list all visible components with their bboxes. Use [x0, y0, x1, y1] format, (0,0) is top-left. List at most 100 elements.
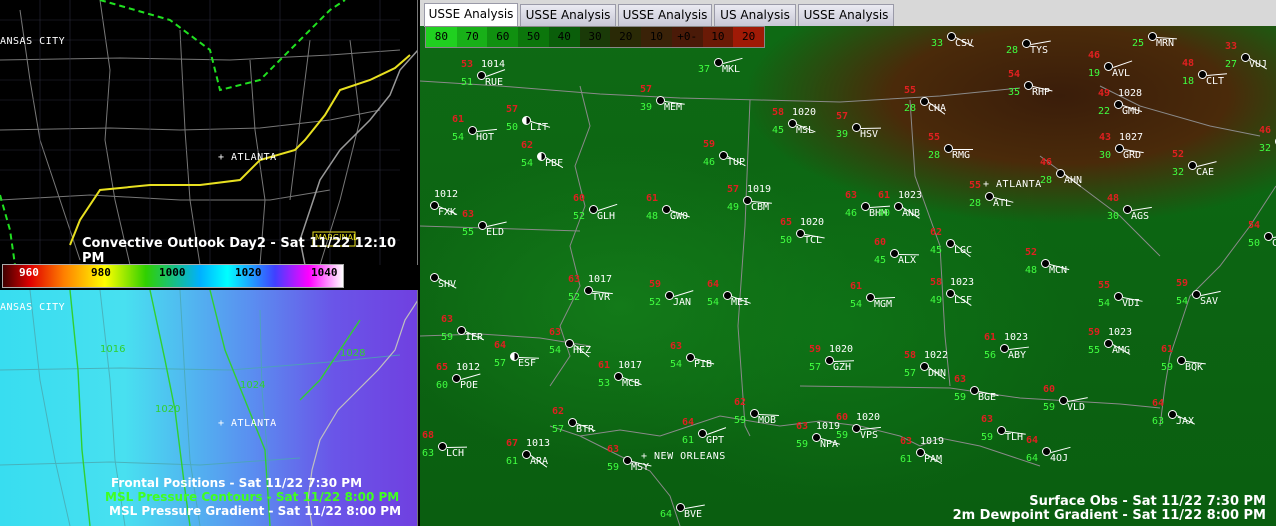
station-dewpoint: 28 [904, 103, 917, 114]
station-dewpoint: 45 [772, 125, 785, 136]
station-temperature: 63 [981, 414, 994, 425]
station-temperature: 54 [1008, 69, 1021, 80]
station-temperature: 64 [1026, 435, 1039, 446]
station-id: VPS [860, 430, 879, 441]
station-temperature: 62 [930, 227, 943, 238]
station-id: BVE [684, 509, 703, 520]
station-id: MEI [731, 297, 750, 308]
station-id: MCN [1049, 265, 1068, 276]
station-temperature: 59 [1088, 327, 1101, 338]
station-id: TCL [804, 235, 823, 246]
station-temperature: 65 [780, 217, 793, 228]
station-dewpoint: 55 [1088, 345, 1101, 356]
station-temperature: 57 [727, 184, 740, 195]
station-temperature: 60 [573, 193, 586, 204]
dewpoint-scale-cell: 70 [456, 27, 488, 47]
station-temperature: 61 [878, 190, 891, 201]
contour-label-1024: 1024 [240, 380, 266, 391]
station-dewpoint: 30 [1107, 211, 1120, 222]
station-dewpoint: 48 [1025, 265, 1038, 276]
station-pressure: 1023 [1108, 327, 1133, 338]
station-temperature: 61 [646, 193, 659, 204]
tab-usse-analysis-4[interactable]: USSE Analysis [798, 4, 894, 26]
station-dewpoint: 45 [930, 245, 943, 256]
tab-usse-analysis-3[interactable]: USSE Analysis [618, 4, 712, 26]
station-temperature: 33 [1225, 41, 1238, 52]
station-dewpoint: 54 [452, 132, 465, 143]
station-id: ELD [486, 227, 505, 238]
station-id: ARA [530, 456, 549, 467]
frontal-positions-caption: Frontal Positions - Sat 11/22 7:30 PM [111, 476, 363, 490]
dewpoint-scale-cell: 20 [733, 27, 764, 47]
dewpoint-scale-cell: +0- [671, 27, 703, 47]
station-dewpoint: 59 [441, 332, 454, 343]
station-id: MEM [664, 102, 683, 113]
station-dewpoint: 59 [836, 430, 849, 441]
bl-city-label-atlanta: + ATLANTA [218, 418, 277, 429]
station-dewpoint: 35 [1008, 87, 1021, 98]
station-dewpoint: 19 [1088, 68, 1101, 79]
station-dewpoint: 54 [670, 359, 683, 370]
station-id: MSY [631, 462, 650, 473]
convective-outlook-panel[interactable]: ANSAS CITY + ATLANTA MARGINAL Convective… [0, 0, 418, 265]
station-dewpoint: 27 [1225, 59, 1238, 70]
station-dewpoint: 33 [931, 38, 944, 49]
station-dewpoint: 52 [649, 297, 662, 308]
station-pressure: 1019 [747, 184, 772, 195]
dewpoint-scale-cell: 20 [610, 27, 642, 47]
station-temperature: 63 [607, 444, 620, 455]
station-dewpoint: 64 [1026, 453, 1039, 464]
station-id: POE [460, 380, 479, 391]
station-dewpoint: 52 [573, 211, 586, 222]
station-dewpoint: 18 [1182, 76, 1195, 87]
station-pressure: 1012 [456, 362, 481, 373]
station-id: ABY [1008, 350, 1027, 361]
station-pressure: 1020 [792, 107, 817, 118]
dewpoint-scale-cell: 40 [548, 27, 580, 47]
surface-obs-panel[interactable]: USSE Analysis USSE Analysis USSE Analysi… [420, 0, 1276, 526]
state-boundaries [420, 80, 1276, 526]
tab-usse-analysis-2[interactable]: USSE Analysis [520, 4, 616, 26]
station-temperature: 60 [874, 237, 887, 248]
station-temperature: 58 [772, 107, 785, 118]
station-temperature: 62 [734, 397, 747, 408]
station-id: PIB [694, 359, 713, 370]
station-id: MRN [1156, 38, 1175, 49]
station-pressure: 1013 [526, 438, 551, 449]
station-dewpoint: 40 [878, 208, 891, 219]
station-id: CBM [751, 202, 770, 213]
station-id: GMU [1122, 106, 1141, 117]
station-id: VDI [1122, 298, 1141, 309]
station-dewpoint: 32 [1172, 167, 1185, 178]
station-dewpoint: 59 [734, 415, 747, 426]
station-id: TYS [1030, 45, 1049, 56]
station-temperature: 55 [969, 180, 982, 191]
station-id: MGM [874, 299, 893, 310]
station-dewpoint: 54 [850, 299, 863, 310]
tab-usse-analysis-1[interactable]: USSE Analysis [424, 3, 518, 27]
station-id: GPT [706, 435, 725, 446]
station-id: JAX [1176, 416, 1195, 427]
city-label-atlanta: + ATLANTA [218, 152, 277, 163]
tab-us-analysis[interactable]: US Analysis [714, 4, 796, 26]
station-temperature: 58 [904, 350, 917, 361]
station-id: AHN [1064, 175, 1083, 186]
station-id: HEZ [573, 345, 592, 356]
colorbar-label-1000: 1000 [159, 266, 186, 279]
station-dewpoint: 49 [727, 202, 740, 213]
colorbar-label-1020: 1020 [235, 266, 262, 279]
station-id: MSL [796, 125, 815, 136]
msl-gradient-caption: MSL Pressure Gradient - Sat 11/22 8:00 P… [109, 504, 402, 518]
station-id: CHS [1272, 238, 1276, 249]
msl-pressure-panel[interactable]: ANSAS CITY + ATLANTA 1016 1020 1024 1028… [0, 290, 418, 526]
station-id: ATL [993, 198, 1012, 209]
station-temperature: 46 [1088, 50, 1101, 61]
station-temperature: 64 [682, 417, 695, 428]
station-id: BQK [1185, 362, 1204, 373]
station-dewpoint: 57 [809, 362, 822, 373]
station-dewpoint: 50 [780, 235, 793, 246]
station-id: ANB [902, 208, 921, 219]
station-temperature: 55 [1098, 280, 1111, 291]
station-temperature: 67 [506, 438, 519, 449]
station-id: GLH [597, 211, 616, 222]
